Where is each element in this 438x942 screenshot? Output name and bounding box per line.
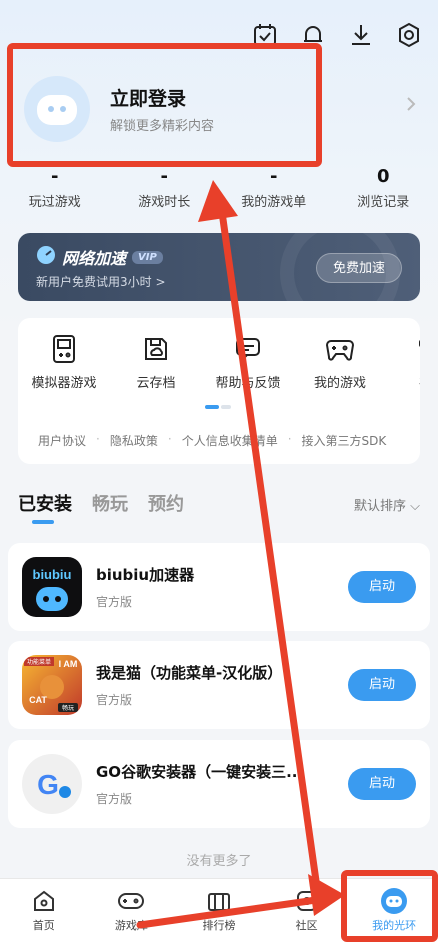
vip-subtitle[interactable]: 新用户免费试用3小时 > <box>36 273 166 290</box>
page-indicator <box>205 405 231 409</box>
tool-emulator-games[interactable]: 模拟器游戏 <box>18 332 110 391</box>
free-accelerate-button[interactable]: 免费加速 <box>316 253 402 283</box>
app-card[interactable]: 功能菜单 I AM CAT 畅玩 我是猫（功能菜单-汉化版） 官方版 启动 <box>8 641 430 729</box>
nav-community[interactable]: 社区 <box>263 879 351 942</box>
app-card[interactable]: biubiu biubiu加速器 官方版 启动 <box>8 543 430 631</box>
nav-game-library[interactable]: 游戏库 <box>88 879 176 942</box>
stat-browse-history[interactable]: 0 浏览记录 <box>329 166 438 210</box>
link-third-party-sdk[interactable]: 接入第三方SDK <box>302 432 387 449</box>
svg-text:CAT: CAT <box>29 695 47 705</box>
launch-button[interactable]: 启动 <box>348 669 416 701</box>
go-google-installer-icon: G <box>22 754 82 814</box>
nav-home[interactable]: 首页 <box>0 879 88 942</box>
app-name: GO谷歌安装器（一键安装三... <box>96 763 304 781</box>
tab-installed[interactable]: 已安装 <box>18 490 72 524</box>
stat-game-lists[interactable]: - 我的游戏单 <box>219 166 329 210</box>
sort-dropdown[interactable]: 默认排序 ⌵ <box>354 495 420 514</box>
biubiu-app-icon: biubiu <box>22 557 82 617</box>
vip-accelerate-banner[interactable]: 网络加速 VIP 新用户免费试用3小时 > 免费加速 <box>18 233 420 301</box>
vip-badge: VIP <box>132 250 163 264</box>
svg-text:I AM: I AM <box>59 659 78 669</box>
stat-played-games[interactable]: - 玩过游戏 <box>0 166 110 210</box>
tool-my-games[interactable]: 我的游戏 <box>294 332 386 391</box>
annotation-login-highlight <box>7 43 322 167</box>
link-info-collection[interactable]: 个人信息收集清单 <box>182 432 278 449</box>
stats-row: - 玩过游戏 - 游戏时长 - 我的游戏单 0 浏览记录 <box>0 166 438 210</box>
nav-ranking[interactable]: 排行榜 <box>175 879 263 942</box>
speed-gauge-icon <box>36 245 56 269</box>
chevron-right-icon <box>406 96 416 116</box>
policy-links: 用户协议 · 隐私政策 · 个人信息收集清单 · 接入第三方SDK <box>38 432 387 449</box>
download-icon[interactable] <box>346 20 376 50</box>
vip-title: 网络加速 <box>62 249 127 268</box>
home-icon <box>0 887 88 915</box>
cloud-save-icon <box>110 332 202 366</box>
link-privacy-policy[interactable]: 隐私政策 <box>110 432 158 449</box>
app-name: 我是猫（功能菜单-汉化版） <box>96 664 283 682</box>
svg-text:畅玩: 畅玩 <box>62 704 74 712</box>
svg-text:biubiu: biubiu <box>33 567 72 582</box>
gift-icon <box>386 332 420 366</box>
no-more-text: 没有更多了 <box>186 854 252 869</box>
launch-button[interactable]: 启动 <box>348 571 416 603</box>
controller-icon <box>88 887 176 915</box>
tools-panel: 模拟器游戏 云存档 帮助与反馈 我的游戏 礼包 用户 <box>18 318 420 464</box>
chevron-down-icon: ⌵ <box>410 499 420 514</box>
link-user-agreement[interactable]: 用户协议 <box>38 432 86 449</box>
svg-text:功能菜单: 功能菜单 <box>27 658 51 666</box>
i-am-cat-app-icon: 功能菜单 I AM CAT 畅玩 <box>22 655 82 715</box>
gamepad-icon <box>294 332 386 366</box>
annotation-nav-highlight <box>341 870 438 942</box>
help-chat-icon <box>202 332 294 366</box>
app-card[interactable]: G GO谷歌安装器（一键安装三... 官方版 启动 <box>8 740 430 828</box>
settings-icon[interactable] <box>394 20 424 50</box>
tool-cloud-save[interactable]: 云存档 <box>110 332 202 391</box>
tab-reserve[interactable]: 预约 <box>148 490 184 516</box>
tool-gift[interactable]: 礼包 <box>386 332 420 391</box>
tool-help-feedback[interactable]: 帮助与反馈 <box>202 332 294 391</box>
ranking-icon <box>175 887 263 915</box>
app-name: biubiu加速器 <box>96 566 195 584</box>
launch-button[interactable]: 启动 <box>348 768 416 800</box>
gameboy-icon <box>18 332 110 366</box>
tab-play[interactable]: 畅玩 <box>92 490 128 516</box>
stat-play-time[interactable]: - 游戏时长 <box>110 166 220 210</box>
svg-text:G: G <box>37 769 59 800</box>
community-icon <box>263 887 351 915</box>
game-tabs: 已安装 畅玩 预约 <box>18 490 184 524</box>
